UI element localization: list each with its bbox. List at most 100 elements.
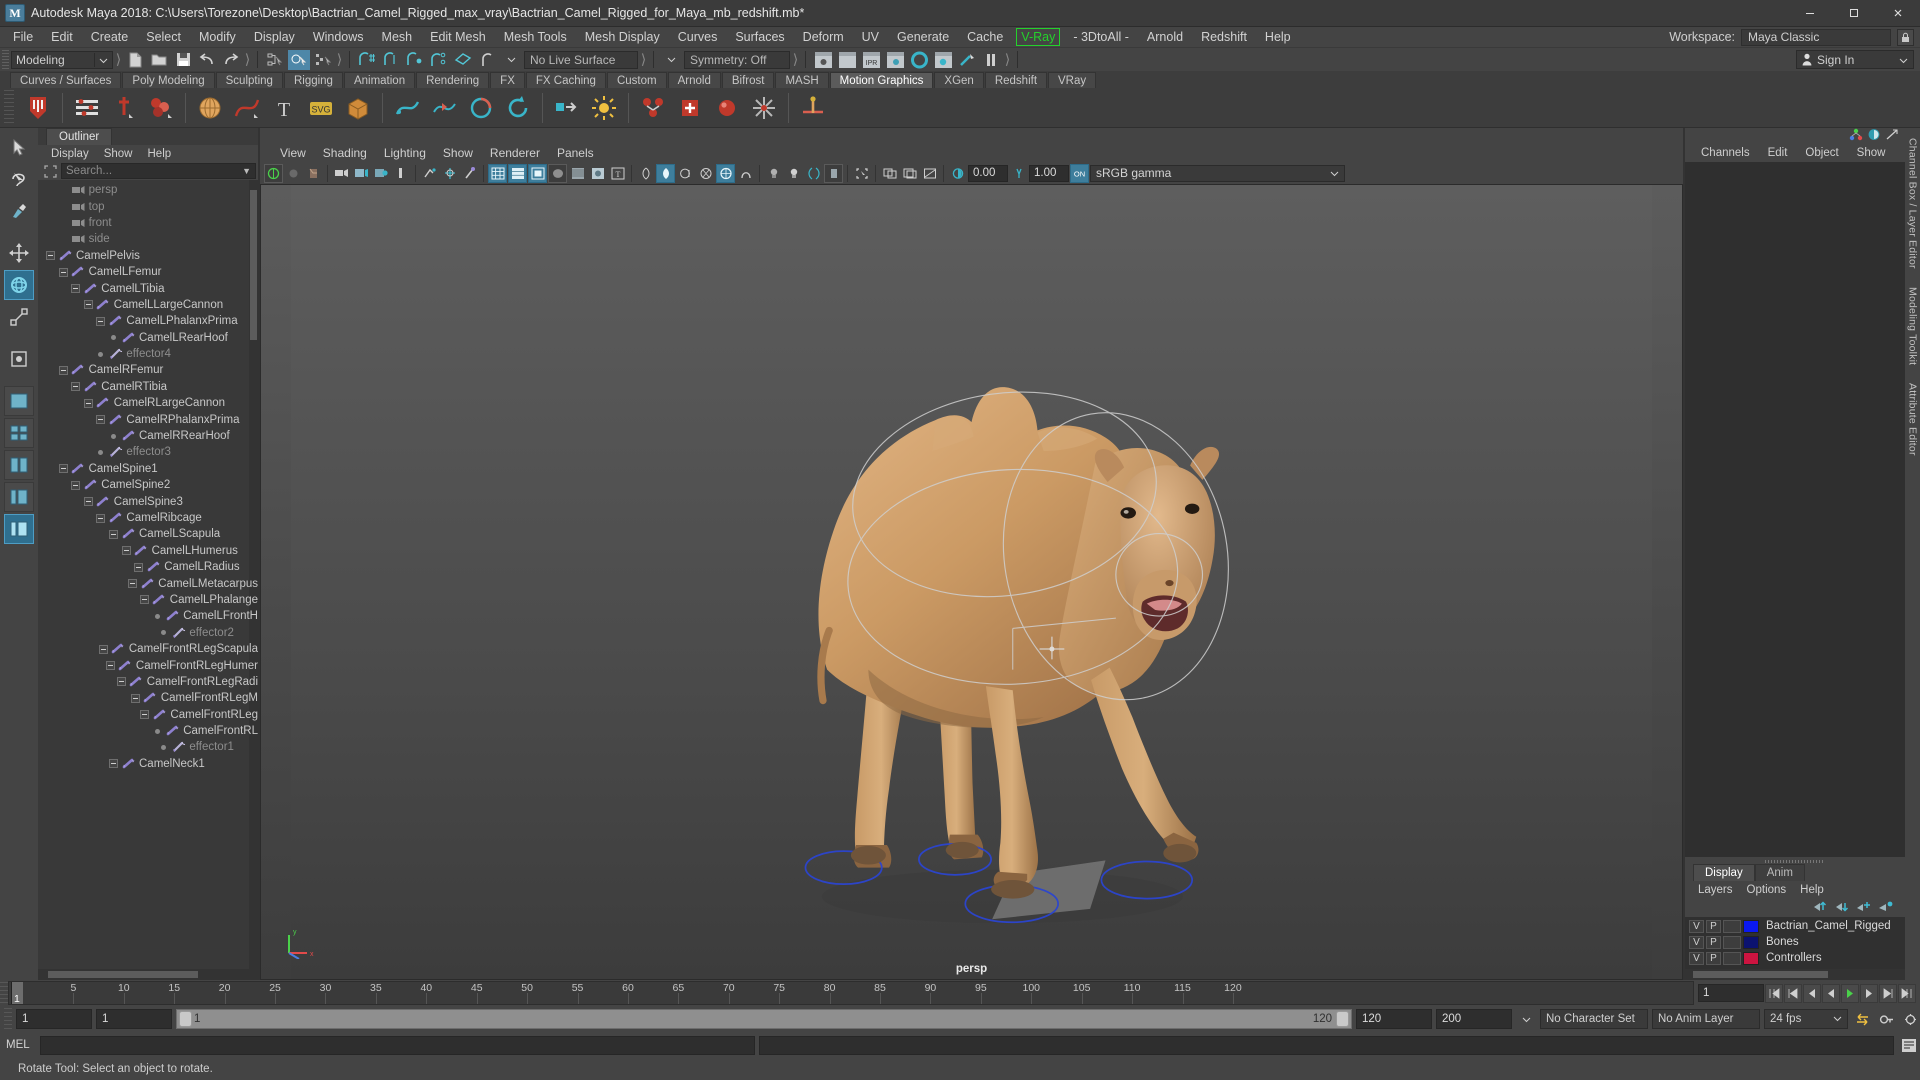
- auto-key-icon[interactable]: [1876, 1009, 1896, 1029]
- paint-select-tool-button[interactable]: [4, 196, 34, 226]
- range-slider-right-handle[interactable]: [1336, 1011, 1349, 1027]
- tree-expand-toggle[interactable]: [96, 513, 106, 523]
- outliner-row[interactable]: CamelLPhalange: [38, 592, 258, 608]
- menu-edit[interactable]: Edit: [42, 27, 82, 47]
- new-layer-from-selected-icon[interactable]: [1856, 900, 1871, 916]
- channel-menu-object[interactable]: Object: [1797, 146, 1846, 160]
- gamma-value-field[interactable]: 1.00: [1029, 164, 1069, 182]
- grease-pencil-icon[interactable]: [392, 164, 411, 183]
- mash-curve-icon[interactable]: [230, 91, 264, 125]
- smooth-shade-selected-icon[interactable]: [528, 163, 547, 183]
- shelf-tab-mash[interactable]: MASH: [775, 72, 829, 88]
- film-gate-icon[interactable]: [900, 164, 919, 183]
- outliner-row[interactable]: CamelFrontRLegScapula: [38, 641, 258, 657]
- current-frame-field[interactable]: 1: [1698, 984, 1764, 1002]
- sign-in-button[interactable]: Sign In: [1796, 50, 1914, 69]
- tree-expand-toggle[interactable]: [128, 579, 138, 589]
- resolution-gate-icon[interactable]: [920, 164, 939, 183]
- playback-start-time-field[interactable]: 1: [96, 1009, 172, 1029]
- shelf-tab-fx-caching[interactable]: FX Caching: [525, 72, 606, 88]
- chevron-down-icon[interactable]: ▼: [242, 166, 251, 176]
- mash-dynamics-icon[interactable]: [144, 91, 178, 125]
- camera-attributes-icon[interactable]: [304, 164, 323, 183]
- light-editor-button[interactable]: [956, 50, 978, 70]
- mash-constraint-icon[interactable]: [796, 91, 830, 125]
- statusbar-grip[interactable]: [2, 49, 9, 70]
- outliner-search-input[interactable]: Search... ▼: [61, 163, 256, 179]
- outliner-row[interactable]: CamelFrontRLeg: [38, 707, 258, 723]
- outliner-row[interactable]: CamelFrontRL: [38, 723, 258, 739]
- xray-icon[interactable]: [440, 164, 459, 183]
- scale-tool-button[interactable]: [4, 302, 34, 332]
- shelf-tab-custom[interactable]: Custom: [606, 72, 667, 88]
- menu-cache[interactable]: Cache: [958, 27, 1012, 47]
- mash-sphere-icon[interactable]: [193, 91, 227, 125]
- outliner-tree[interactable]: persp top front side CamelPelvis CamelLFemur C…: [38, 180, 258, 969]
- shelf-tab-vray[interactable]: VRay: [1048, 72, 1097, 88]
- go-to-end-button[interactable]: [1898, 983, 1916, 1003]
- tree-expand-toggle[interactable]: [83, 398, 93, 408]
- shelf-tab-animation[interactable]: Animation: [343, 72, 416, 88]
- layer-color-swatch[interactable]: [1743, 951, 1759, 965]
- outliner-row[interactable]: CamelSpine1: [38, 461, 258, 477]
- rotate-tool-button[interactable]: [4, 270, 34, 300]
- outliner-row[interactable]: CamelLRearHoof: [38, 330, 258, 346]
- layer-horizontal-scroll-thumb[interactable]: [1693, 971, 1828, 978]
- channel-box-icon[interactable]: [1849, 128, 1863, 144]
- range-slider-left-handle[interactable]: [179, 1011, 192, 1027]
- mash-trails-icon[interactable]: [107, 91, 141, 125]
- close-button[interactable]: [1876, 0, 1920, 27]
- tree-expand-toggle[interactable]: [83, 497, 93, 507]
- play-backwards-button[interactable]: [1822, 983, 1840, 1003]
- menu-mesh-tools[interactable]: Mesh Tools: [495, 27, 576, 47]
- menu-modify[interactable]: Modify: [190, 27, 245, 47]
- layer-row[interactable]: V P Bones: [1685, 934, 1905, 950]
- range-options-chevron-icon[interactable]: [1516, 1009, 1536, 1029]
- mash-editor-icon[interactable]: [70, 91, 104, 125]
- viewport-menu-renderer[interactable]: Renderer: [482, 145, 548, 161]
- snap-to-grid-button[interactable]: [356, 50, 378, 70]
- mash-sphere-red-icon[interactable]: [710, 91, 744, 125]
- display-text-icon[interactable]: T: [608, 164, 627, 183]
- minimize-button[interactable]: [1788, 0, 1832, 27]
- select-tool-button[interactable]: [4, 132, 34, 162]
- move-layer-up-icon[interactable]: [1812, 900, 1827, 916]
- single-view-layout-button[interactable]: [4, 386, 34, 416]
- layer-menu-options[interactable]: Options: [1740, 883, 1794, 897]
- lasso-tool-button[interactable]: [4, 164, 34, 194]
- mash-svg-icon[interactable]: SVG: [304, 91, 338, 125]
- outliner-row[interactable]: CamelRPhalanxPrima: [38, 411, 258, 427]
- snap-to-view-plane-button[interactable]: [452, 50, 474, 70]
- open-scene-button[interactable]: [148, 50, 170, 70]
- texture-shading-icon[interactable]: [568, 164, 587, 183]
- step-back-key-button[interactable]: [1784, 983, 1802, 1003]
- menu-mesh[interactable]: Mesh: [373, 27, 422, 47]
- tree-expand-toggle[interactable]: [96, 415, 106, 425]
- outliner-row[interactable]: effector3: [38, 444, 258, 460]
- time-slider-grip[interactable]: [0, 982, 8, 1004]
- move-layer-down-icon[interactable]: [1834, 900, 1849, 916]
- isolate-select-toggle-icon[interactable]: [852, 164, 871, 183]
- undo-button[interactable]: [196, 50, 218, 70]
- outliner-row[interactable]: CamelFrontRLegM: [38, 690, 258, 706]
- outliner-row[interactable]: CamelRLargeCannon: [38, 395, 258, 411]
- move-tool-button[interactable]: [4, 238, 34, 268]
- step-forward-frame-button[interactable]: [1860, 983, 1878, 1003]
- viewport-menu-shading[interactable]: Shading: [315, 145, 375, 161]
- layer-visibility-toggle[interactable]: V: [1689, 919, 1704, 933]
- light-all-icon[interactable]: [784, 164, 803, 183]
- channel-menu-show[interactable]: Show: [1849, 146, 1894, 160]
- split-view-layout-button[interactable]: [4, 450, 34, 480]
- menu-windows[interactable]: Windows: [304, 27, 373, 47]
- menu-redshift[interactable]: Redshift: [1192, 27, 1256, 47]
- outliner-horizontal-scrollbar[interactable]: [38, 969, 258, 980]
- channel-menu-channels[interactable]: Channels: [1693, 146, 1758, 160]
- outliner-row[interactable]: effector1: [38, 739, 258, 755]
- shelf-tab-arnold[interactable]: Arnold: [667, 72, 721, 88]
- mash-flare-icon[interactable]: [747, 91, 781, 125]
- mash-3d-type-icon[interactable]: [341, 91, 375, 125]
- screen-space-ao-icon[interactable]: [736, 164, 755, 183]
- xray-joints-icon[interactable]: [460, 164, 479, 183]
- layer-color-swatch[interactable]: [1743, 935, 1759, 949]
- motion-cycle-icon[interactable]: [501, 91, 535, 125]
